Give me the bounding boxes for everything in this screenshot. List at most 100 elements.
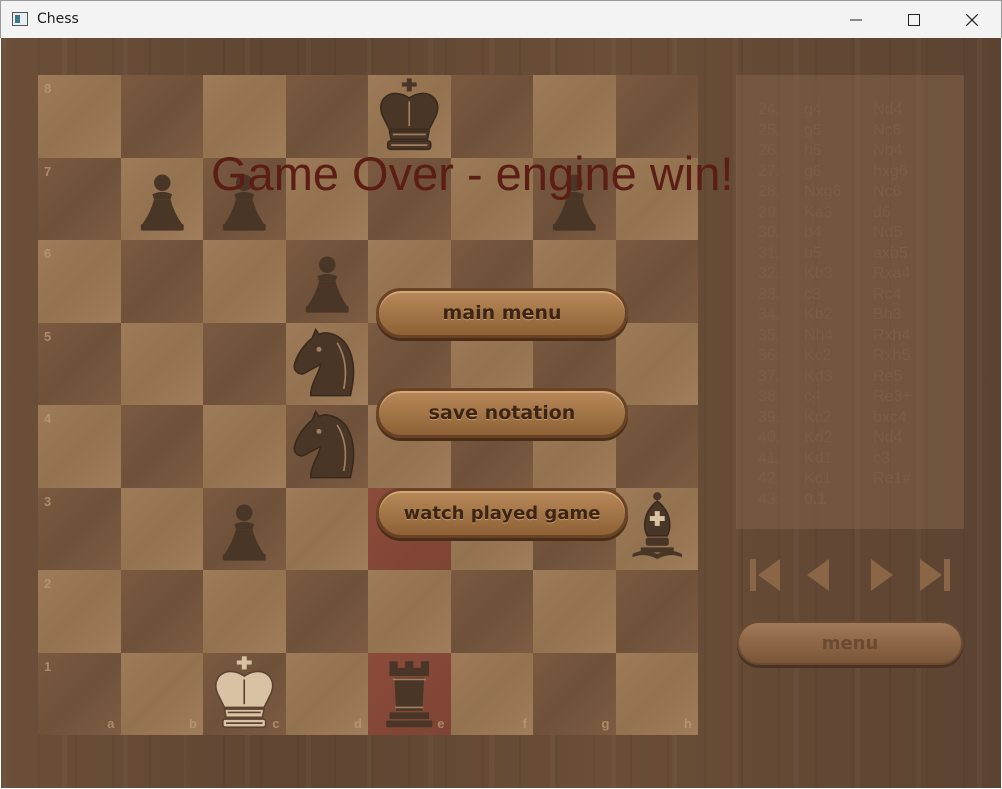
square-d3[interactable]	[285, 487, 368, 570]
notation-row[interactable]: 36. Kc2 Rxh5	[736, 347, 964, 368]
move-number: 24.	[758, 101, 781, 118]
first-move-button[interactable]	[746, 553, 786, 597]
notation-row[interactable]: 43. 0.1	[736, 491, 964, 512]
black-bishop-icon[interactable]	[616, 488, 699, 571]
notation-row[interactable]: 33. c3 Rc4	[736, 286, 964, 307]
file-label: d	[354, 716, 362, 731]
game-area: 87654321abcdefgh Game Over - engine win!…	[1, 38, 1001, 788]
square-f2[interactable]	[450, 570, 533, 653]
black-pawn-icon[interactable]	[203, 488, 286, 571]
square-b1[interactable]: b	[120, 652, 203, 735]
black-move: c3	[873, 449, 890, 467]
square-e2[interactable]	[368, 570, 451, 653]
white-move: Kd1	[804, 449, 833, 467]
notation-row[interactable]: 38. c4 Re3+	[736, 388, 964, 409]
square-b2[interactable]	[120, 570, 203, 653]
square-a7[interactable]: 7	[38, 157, 121, 240]
main-menu-button[interactable]: main menu	[376, 288, 628, 338]
save-notation-button[interactable]: save notation	[376, 388, 628, 438]
square-h4[interactable]	[615, 405, 698, 488]
square-g2[interactable]	[533, 570, 616, 653]
square-a4[interactable]: 4	[38, 405, 121, 488]
next-move-button[interactable]	[861, 553, 901, 597]
square-c6[interactable]	[203, 240, 286, 323]
black-move: Nd5	[873, 224, 903, 241]
square-g1[interactable]: g	[533, 652, 616, 735]
white-move: c4	[804, 388, 821, 405]
square-a1[interactable]: 1a	[38, 652, 121, 735]
square-c2[interactable]	[203, 570, 286, 653]
notation-row[interactable]: 28. Nxg6 Nc6	[736, 183, 964, 204]
notation-row[interactable]: 41. Kd1 c3	[736, 450, 964, 471]
black-move: Re3+	[873, 388, 912, 405]
notation-row[interactable]: 30. b4 Nd5	[736, 224, 964, 245]
square-a2[interactable]: 2	[38, 570, 121, 653]
move-number: 29.	[758, 203, 781, 221]
notation-row[interactable]: 37. Kd3 Re5	[736, 368, 964, 389]
white-move: Ka3	[804, 203, 833, 221]
move-number: 38.	[758, 388, 781, 405]
black-pawn-icon[interactable]	[121, 158, 204, 241]
white-move: Kc1	[804, 470, 832, 487]
square-b5[interactable]	[120, 322, 203, 405]
white-move: Nh4	[804, 326, 834, 344]
black-move: Nd4	[873, 429, 903, 446]
square-b3[interactable]	[120, 487, 203, 570]
watch-played-game-button[interactable]: watch played game	[376, 488, 628, 538]
black-knight-icon[interactable]	[286, 323, 369, 406]
white-move: 0.1	[804, 490, 827, 508]
square-c5[interactable]	[203, 322, 286, 405]
notation-row[interactable]: 27. g6 hxg6	[736, 163, 964, 184]
square-b6[interactable]	[120, 240, 203, 323]
square-h1[interactable]: h	[615, 652, 698, 735]
square-a6[interactable]: 6	[38, 240, 121, 323]
maximize-button[interactable]	[885, 1, 943, 39]
square-a5[interactable]: 5	[38, 322, 121, 405]
black-knight-icon[interactable]	[286, 405, 369, 488]
black-move: Nd4	[873, 101, 903, 118]
minimize-button[interactable]	[827, 1, 885, 39]
notation-row[interactable]: 35. Nh4 Rxh4	[736, 327, 964, 348]
notation-row[interactable]: 42. Kc1 Re1#	[736, 470, 964, 491]
last-move-button[interactable]	[914, 553, 954, 597]
menu-button[interactable]: menu	[737, 621, 963, 665]
square-d2[interactable]	[285, 570, 368, 653]
square-b8[interactable]	[120, 75, 203, 158]
move-number: 42.	[758, 470, 781, 487]
move-number: 32.	[758, 265, 781, 282]
rank-label: 7	[44, 163, 52, 179]
black-move: bxc4	[873, 408, 907, 426]
app-icon	[12, 12, 28, 26]
notation-row[interactable]: 29. Ka3 d6	[736, 204, 964, 225]
black-move: hxg6	[873, 162, 908, 180]
notation-row[interactable]: 31. b5 axb5	[736, 245, 964, 266]
square-a3[interactable]: 3	[38, 487, 121, 570]
notation-row[interactable]: 34. Kb2 Bh3	[736, 306, 964, 327]
notation-row[interactable]: 25. g5 Nc6	[736, 122, 964, 143]
file-label: h	[684, 716, 692, 731]
file-label: b	[189, 716, 197, 731]
notation-row[interactable]: 24. g4 Nd4	[736, 101, 964, 122]
white-king-icon[interactable]	[203, 653, 286, 736]
square-d1[interactable]: d	[285, 652, 368, 735]
notation-row[interactable]: 40. Kd2 Nd4	[736, 429, 964, 450]
notation-row[interactable]: 26. h5 Nb4	[736, 142, 964, 163]
close-button[interactable]	[943, 1, 1001, 39]
square-c4[interactable]	[203, 405, 286, 488]
black-rook-icon[interactable]	[368, 653, 451, 736]
move-number: 37.	[758, 367, 781, 385]
move-number: 39.	[758, 408, 781, 426]
square-a8[interactable]: 8	[38, 75, 121, 158]
square-f1[interactable]: f	[450, 652, 533, 735]
notation-row[interactable]: 32. Kb3 Rxa4	[736, 265, 964, 286]
notation-row[interactable]: 39. Kc2 bxc4	[736, 409, 964, 430]
next-move-icon	[871, 559, 893, 591]
previous-move-button[interactable]	[801, 553, 841, 597]
move-number: 34.	[758, 306, 781, 323]
white-move: g5	[804, 121, 822, 139]
black-pawn-icon[interactable]	[286, 240, 369, 323]
square-b4[interactable]	[120, 405, 203, 488]
square-h2[interactable]	[615, 570, 698, 653]
square-h5[interactable]	[615, 322, 698, 405]
white-move: Kc2	[804, 408, 832, 426]
